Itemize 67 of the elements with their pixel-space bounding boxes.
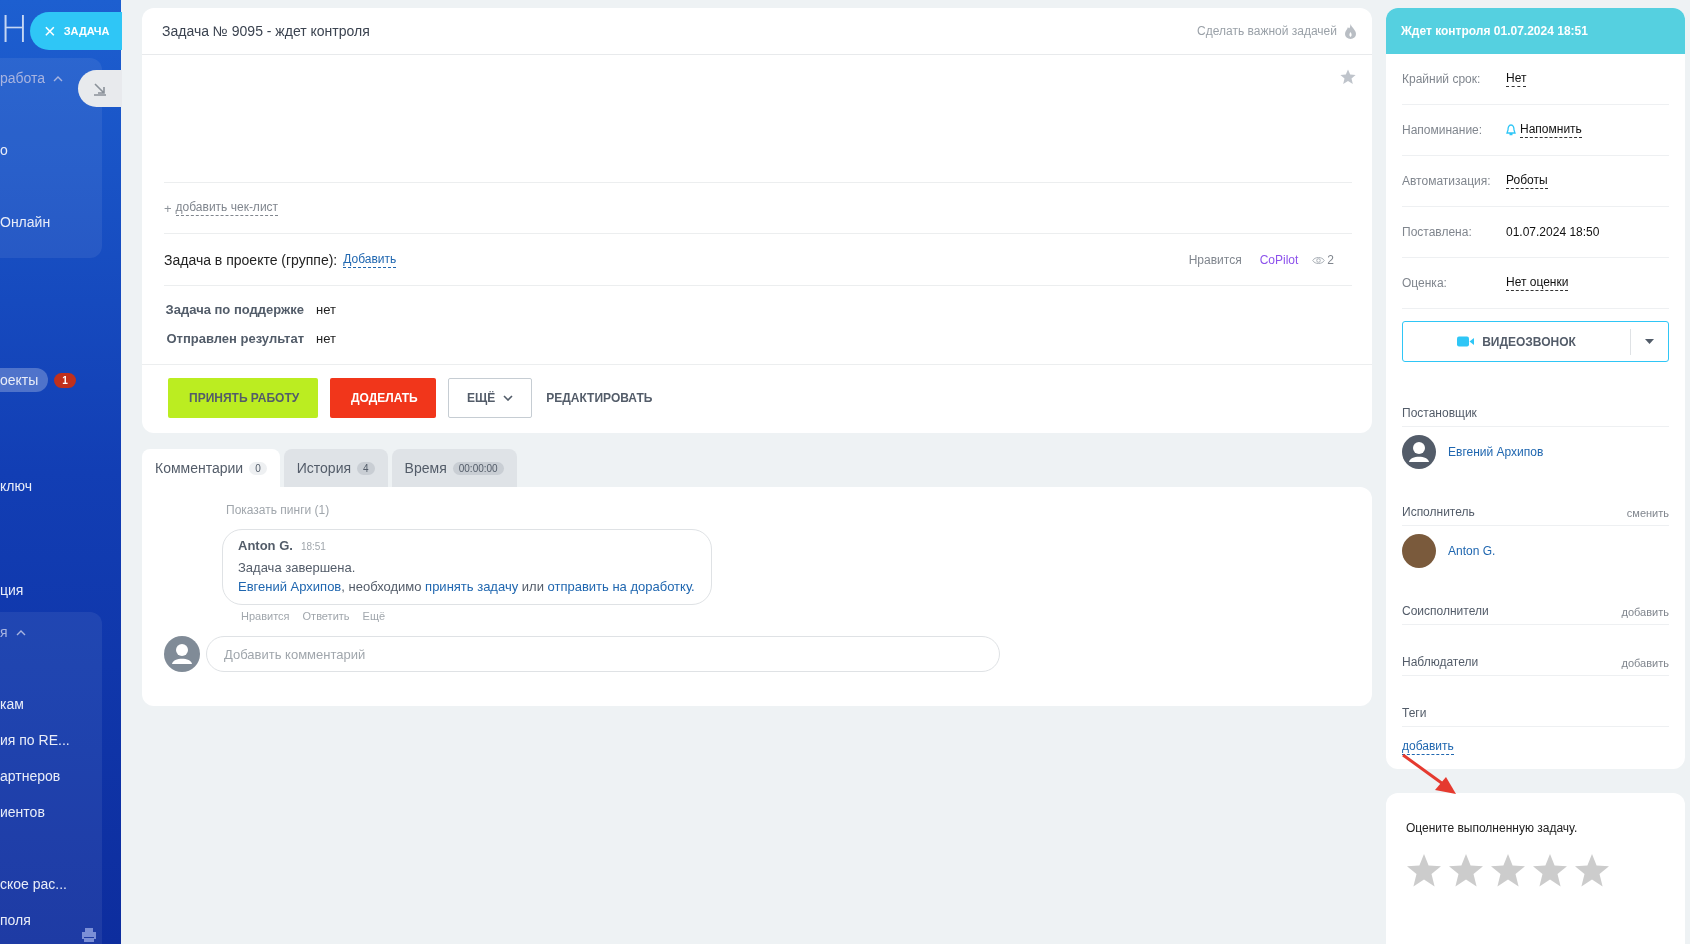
person-name-link[interactable]: Anton G. (1448, 544, 1496, 558)
field-label: Задача по поддержке (164, 302, 304, 317)
sidebar-item[interactable]: ское рас... (0, 874, 67, 894)
add-checklist-link[interactable]: добавить чек-лист (175, 200, 279, 216)
section-action-link[interactable]: сменить (1626, 507, 1669, 519)
section-title: Теги (1402, 706, 1427, 720)
field-link[interactable]: Роботы (1506, 173, 1548, 189)
field-label: Автоматизация: (1402, 174, 1492, 188)
field-link[interactable]: Нет оценки (1506, 275, 1569, 291)
field-value: нет (316, 302, 336, 317)
section-action-link[interactable]: добавить (1621, 657, 1669, 669)
sidebar-item[interactable]: иентов (0, 802, 45, 822)
counter-badge: 1 (54, 372, 76, 388)
comment-text: Задача завершена. (238, 559, 357, 577)
comment-author[interactable]: Anton G. (238, 538, 293, 553)
field-value: 01.07.2024 18:50 (1506, 225, 1600, 239)
tab[interactable]: Время 00:00:00 (391, 449, 517, 487)
sidebar-group-toggle[interactable]: я (0, 622, 26, 642)
logo-text: Н (0, 6, 31, 52)
field-label: Отправлен результат (165, 331, 304, 346)
add-project-link[interactable]: Добавить (343, 251, 397, 268)
section-title: Соисполнители (1402, 604, 1489, 618)
tab[interactable]: Комментарии 0 (142, 449, 280, 487)
comment-text: Евгений Архипов, необходимо принять задачу или отправить на доработку. (238, 578, 695, 596)
status-header: Ждет контроля 01.07.2024 18:51 (1386, 8, 1685, 54)
rating-prompt: Оцените выполненную задачу. (1406, 821, 1579, 835)
project-label: Задача в проекте (группе): (164, 251, 338, 268)
sidebar-item[interactable]: о (0, 140, 8, 160)
video-call-button[interactable]: ВИДЕОЗВОНОК (1402, 321, 1669, 362)
field-label: Оценка: (1402, 276, 1448, 290)
section-action-link[interactable]: добавить (1621, 606, 1669, 618)
sidebar-item[interactable]: поля (0, 910, 31, 930)
reminder-link[interactable]: Напомнить (1520, 122, 1582, 138)
field-value: нет (316, 331, 336, 346)
rework-button[interactable]: ДОДЕЛАТЬ (330, 378, 436, 418)
sidebar-item[interactable]: ия по RE... (0, 730, 70, 750)
field-link[interactable]: Нет (1506, 71, 1527, 87)
sidebar-item[interactable]: Онлайн (0, 212, 51, 232)
plus-icon: + (164, 200, 172, 216)
field-label: Напоминание: (1402, 123, 1484, 137)
sidebar-item[interactable]: ключ (0, 476, 32, 496)
view-count: 2 (1327, 252, 1334, 267)
comment-input-field[interactable]: Добавить комментарий (206, 636, 1000, 672)
section-title: Постановщик (1402, 406, 1477, 420)
copilot-link[interactable]: CoPilot (1259, 252, 1299, 267)
comment-link[interactable]: отправить на доработку. (547, 579, 695, 594)
sidebar-item[interactable]: ция (0, 580, 24, 600)
field-label: Поставлена: (1402, 225, 1473, 239)
like-link[interactable]: Нравится (1188, 252, 1242, 267)
edit-button[interactable]: РЕДАКТИРОВАТЬ (544, 378, 655, 418)
section-title: Наблюдатели (1402, 655, 1479, 669)
count-badge: 4 (357, 461, 375, 475)
sidebar-item[interactable]: артнеров (0, 766, 61, 786)
sidebar-item[interactable]: кам (0, 694, 24, 714)
comment-link[interactable]: принять задачу (425, 579, 519, 594)
add-tag-link[interactable]: добавить (1402, 739, 1454, 755)
tab[interactable]: История 4 (283, 449, 388, 487)
person-name-link[interactable]: Евгений Архипов (1448, 445, 1544, 459)
sidebar-item[interactable]: оекты (0, 368, 49, 392)
accept-work-button[interactable]: ПРИНЯТЬ РАБОТУ (168, 378, 318, 418)
field-label: Крайний срок: (1402, 72, 1482, 86)
more-button[interactable]: ЕЩЁ (448, 378, 533, 418)
comment-time: 18:51 (300, 541, 326, 552)
count-badge: 0 (249, 461, 267, 475)
task-title: Задача № 9095 - ждет контроля (162, 23, 370, 39)
count-badge: 00:00:00 (452, 461, 504, 475)
section-title: Исполнитель (1402, 505, 1475, 519)
